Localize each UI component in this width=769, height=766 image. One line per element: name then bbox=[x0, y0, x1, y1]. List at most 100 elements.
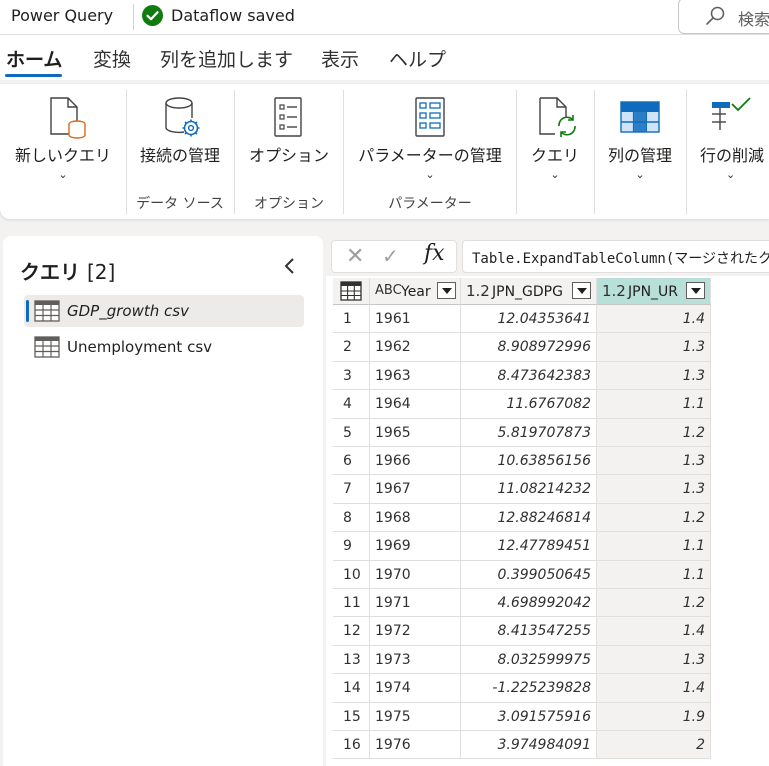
divider bbox=[234, 90, 235, 214]
cell-jpn-gdpg[interactable]: 12.47789451 bbox=[461, 532, 597, 561]
options-button[interactable]: オプション bbox=[241, 84, 337, 189]
manage-columns-button[interactable]: 列の管理 ⌄ bbox=[600, 84, 680, 189]
reduce-rows-button[interactable]: 行の削減 ⌄ bbox=[694, 84, 769, 189]
cell-jpn-ur[interactable]: 1.2 bbox=[597, 503, 711, 533]
row-number[interactable]: 3 bbox=[333, 361, 370, 391]
cell-year[interactable]: 1973 bbox=[370, 645, 461, 675]
fx-icon[interactable]: fx bbox=[424, 241, 445, 266]
cell-year[interactable]: 1964 bbox=[370, 390, 461, 419]
cell-jpn-ur[interactable]: 1.2 bbox=[597, 589, 711, 618]
cell-jpn-gdpg[interactable]: 4.698992042 bbox=[461, 589, 597, 618]
cell-jpn-gdpg[interactable]: 8.413547255 bbox=[461, 617, 597, 646]
decimal-type-icon[interactable]: 1.2 bbox=[466, 282, 490, 300]
filter-dropdown-icon[interactable] bbox=[572, 282, 591, 299]
cell-year[interactable]: 1965 bbox=[370, 418, 461, 447]
cell-jpn-gdpg[interactable]: 5.819707873 bbox=[461, 418, 597, 447]
accept-icon[interactable]: ✓ bbox=[382, 244, 399, 268]
row-number[interactable]: 5 bbox=[333, 418, 370, 447]
cell-jpn-gdpg[interactable]: 3.974984091 bbox=[461, 731, 597, 760]
cell-year[interactable]: 1962 bbox=[370, 333, 461, 362]
row-number[interactable]: 8 bbox=[333, 503, 370, 533]
row-number[interactable]: 1 bbox=[333, 305, 370, 334]
cell-jpn-ur[interactable]: 1.3 bbox=[597, 361, 711, 391]
column-header-jpn-gdpg[interactable]: 1.2 JPN_GDPG bbox=[461, 278, 597, 305]
query-item-gdp-growth[interactable]: GDP_growth csv bbox=[24, 295, 304, 327]
cancel-icon[interactable]: ✕ bbox=[346, 244, 364, 269]
cell-year[interactable]: 1972 bbox=[370, 617, 461, 646]
cell-jpn-ur[interactable]: 1.3 bbox=[597, 333, 711, 362]
manage-parameters-button[interactable]: パラメーターの管理 ⌄ bbox=[350, 84, 510, 189]
tab-add-column[interactable]: 列を追加します bbox=[160, 45, 293, 72]
cell-jpn-gdpg[interactable]: -1.225239828 bbox=[461, 674, 597, 703]
cell-year[interactable]: 1968 bbox=[370, 503, 461, 533]
row-number[interactable]: 11 bbox=[333, 589, 370, 618]
select-all-corner[interactable] bbox=[333, 278, 370, 305]
divider bbox=[594, 90, 595, 214]
cell-jpn-gdpg[interactable]: 8.908972996 bbox=[461, 333, 597, 362]
tab-help[interactable]: ヘルプ bbox=[389, 45, 446, 72]
text-type-icon[interactable]: ABC bbox=[375, 283, 402, 298]
cell-jpn-ur[interactable]: 2 bbox=[597, 731, 711, 760]
row-number[interactable]: 13 bbox=[333, 645, 370, 675]
cell-year[interactable]: 1970 bbox=[370, 560, 461, 589]
cell-year[interactable]: 1961 bbox=[370, 305, 461, 334]
cell-jpn-ur[interactable]: 1.1 bbox=[597, 532, 711, 561]
row-number[interactable]: 14 bbox=[333, 674, 370, 703]
formula-text: Table.ExpandTableColumn(マージされたクエリ bbox=[472, 251, 769, 267]
cell-year[interactable]: 1971 bbox=[370, 589, 461, 618]
cell-jpn-gdpg[interactable]: 12.88246814 bbox=[461, 503, 597, 533]
tab-transform[interactable]: 変換 bbox=[93, 45, 131, 72]
cell-year[interactable]: 1963 bbox=[370, 361, 461, 391]
column-header-year[interactable]: ABC Year bbox=[370, 278, 461, 305]
row-number[interactable]: 2 bbox=[333, 333, 370, 362]
manage-connections-button[interactable]: 接続の管理 bbox=[134, 84, 226, 189]
cell-year[interactable]: 1966 bbox=[370, 447, 461, 476]
row-number[interactable]: 7 bbox=[333, 475, 370, 504]
row-number[interactable]: 4 bbox=[333, 390, 370, 419]
cell-jpn-gdpg[interactable]: 0.399050645 bbox=[461, 560, 597, 589]
cell-jpn-ur[interactable]: 1.3 bbox=[597, 447, 711, 476]
tab-view[interactable]: 表示 bbox=[321, 45, 359, 72]
cell-jpn-ur[interactable]: 1.1 bbox=[597, 390, 711, 419]
column-header-jpn-ur[interactable]: 1.2 JPN_UR bbox=[597, 278, 711, 305]
cell-year[interactable]: 1974 bbox=[370, 674, 461, 703]
query-item-unemployment[interactable]: Unemployment csv bbox=[24, 331, 304, 363]
cell-year[interactable]: 1976 bbox=[370, 731, 461, 760]
query-button[interactable]: クエリ ⌄ bbox=[521, 84, 589, 189]
cell-jpn-gdpg[interactable]: 10.63856156 bbox=[461, 447, 597, 476]
row-number[interactable]: 6 bbox=[333, 447, 370, 476]
row-number[interactable]: 10 bbox=[333, 560, 370, 589]
row-number[interactable]: 15 bbox=[333, 702, 370, 731]
manage-parameters-label: パラメーターの管理 bbox=[358, 146, 502, 165]
collapse-pane-button[interactable] bbox=[283, 256, 297, 281]
search-box[interactable]: 検索 bbox=[678, 0, 769, 34]
cell-year[interactable]: 1967 bbox=[370, 475, 461, 504]
cell-year[interactable]: 1969 bbox=[370, 532, 461, 561]
row-number[interactable]: 16 bbox=[333, 731, 370, 760]
cell-jpn-gdpg[interactable]: 11.6767082 bbox=[461, 390, 597, 419]
row-number[interactable]: 9 bbox=[333, 532, 370, 561]
cell-jpn-ur[interactable]: 1.4 bbox=[597, 305, 711, 334]
cell-jpn-ur[interactable]: 1.3 bbox=[597, 645, 711, 675]
cell-jpn-ur[interactable]: 1.2 bbox=[597, 418, 711, 447]
cell-jpn-ur[interactable]: 1.3 bbox=[597, 475, 711, 504]
queries-pane: クエリ [2] GDP_growth csv Unemployment csv bbox=[3, 236, 323, 766]
cell-jpn-gdpg[interactable]: 8.473642383 bbox=[461, 361, 597, 391]
filter-dropdown-icon[interactable] bbox=[437, 282, 456, 299]
cell-jpn-ur[interactable]: 1.9 bbox=[597, 702, 711, 731]
cell-year[interactable]: 1975 bbox=[370, 702, 461, 731]
decimal-type-icon[interactable]: 1.2 bbox=[602, 282, 626, 300]
cell-jpn-gdpg[interactable]: 12.04353641 bbox=[461, 305, 597, 334]
cell-jpn-gdpg[interactable]: 3.091575916 bbox=[461, 702, 597, 731]
cell-jpn-ur[interactable]: 1.4 bbox=[597, 674, 711, 703]
cell-jpn-gdpg[interactable]: 8.032599975 bbox=[461, 645, 597, 675]
cell-jpn-ur[interactable]: 1.1 bbox=[597, 560, 711, 589]
new-query-button[interactable]: 新しいクエリ ⌄ bbox=[6, 84, 120, 189]
new-query-icon bbox=[50, 97, 86, 139]
filter-dropdown-icon[interactable] bbox=[686, 282, 705, 299]
cell-jpn-gdpg[interactable]: 11.08214232 bbox=[461, 475, 597, 504]
formula-input[interactable]: Table.ExpandTableColumn(マージされたクエリ bbox=[462, 240, 769, 273]
row-number[interactable]: 12 bbox=[333, 617, 370, 646]
tab-home[interactable]: ホーム bbox=[6, 45, 62, 72]
cell-jpn-ur[interactable]: 1.4 bbox=[597, 617, 711, 646]
